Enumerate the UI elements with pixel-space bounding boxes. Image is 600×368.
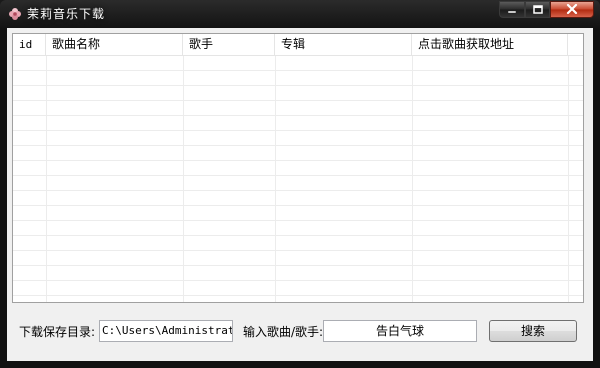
app-window: 茉莉音乐下载 id 歌曲名称 歌手 专辑 点击歌曲获取地址 下载保存目录: C:… [0, 0, 600, 368]
client-area: id 歌曲名称 歌手 专辑 点击歌曲获取地址 下载保存目录: C:\Users\… [7, 28, 593, 361]
song-list[interactable]: id 歌曲名称 歌手 专辑 点击歌曲获取地址 [12, 33, 584, 303]
search-input[interactable]: 告白气球 [323, 320, 477, 342]
save-dir-input[interactable]: C:\Users\Administrator\D [99, 320, 233, 342]
window-title: 茉莉音乐下载 [27, 7, 106, 21]
caption-buttons [499, 1, 594, 19]
search-button[interactable]: 搜索 [489, 320, 577, 342]
column-header-album[interactable]: 专辑 [275, 34, 412, 55]
close-icon [566, 3, 578, 17]
grid-divider [568, 56, 569, 302]
maximize-button[interactable] [525, 1, 550, 18]
list-header: id 歌曲名称 歌手 专辑 点击歌曲获取地址 [13, 34, 583, 56]
column-header-song-url[interactable]: 点击歌曲获取地址 [412, 34, 568, 55]
grid-divider [46, 56, 47, 302]
maximize-icon [532, 3, 543, 17]
title-bar[interactable]: 茉莉音乐下载 [0, 0, 600, 28]
close-button[interactable] [550, 1, 594, 18]
list-body [13, 56, 583, 302]
search-label: 输入歌曲/歌手: [243, 325, 324, 339]
flower-icon [7, 6, 23, 22]
column-header-artist[interactable]: 歌手 [183, 34, 275, 55]
minimize-button[interactable] [499, 1, 525, 18]
grid-divider [275, 56, 276, 302]
grid-divider [412, 56, 413, 302]
save-dir-label: 下载保存目录: [19, 325, 96, 339]
grid-divider [183, 56, 184, 302]
minimize-icon [507, 3, 517, 17]
column-header-id[interactable]: id [13, 34, 46, 55]
column-header-song-name[interactable]: 歌曲名称 [46, 34, 183, 55]
